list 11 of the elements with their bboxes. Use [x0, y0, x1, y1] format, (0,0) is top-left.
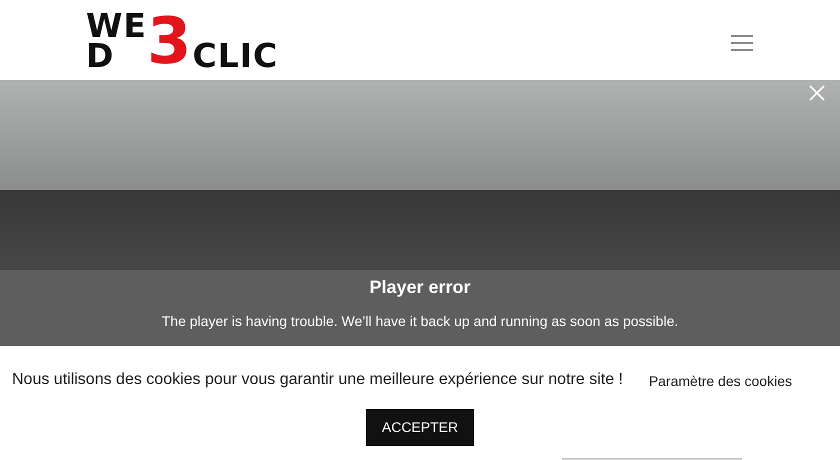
logo-text: WE — [86, 8, 147, 42]
cookie-settings-link[interactable]: Paramètre des cookies — [648, 371, 792, 392]
accept-button[interactable]: ACCEPTER — [366, 409, 474, 446]
error-message: The player is having trouble. We’ll have it back up and running as soon as possible. — [160, 312, 680, 331]
close-icon — [808, 84, 826, 102]
error-title: Player error — [368, 276, 472, 299]
logo-text: CLIC — [192, 38, 278, 72]
logo-text: D — [86, 38, 114, 72]
logo-mark: 3 — [146, 10, 192, 74]
menu-icon — [730, 34, 754, 52]
cookie-message: Nous utilisons des cookies pour vous garantir une meilleure expérience sur notre site ! — [12, 371, 623, 388]
